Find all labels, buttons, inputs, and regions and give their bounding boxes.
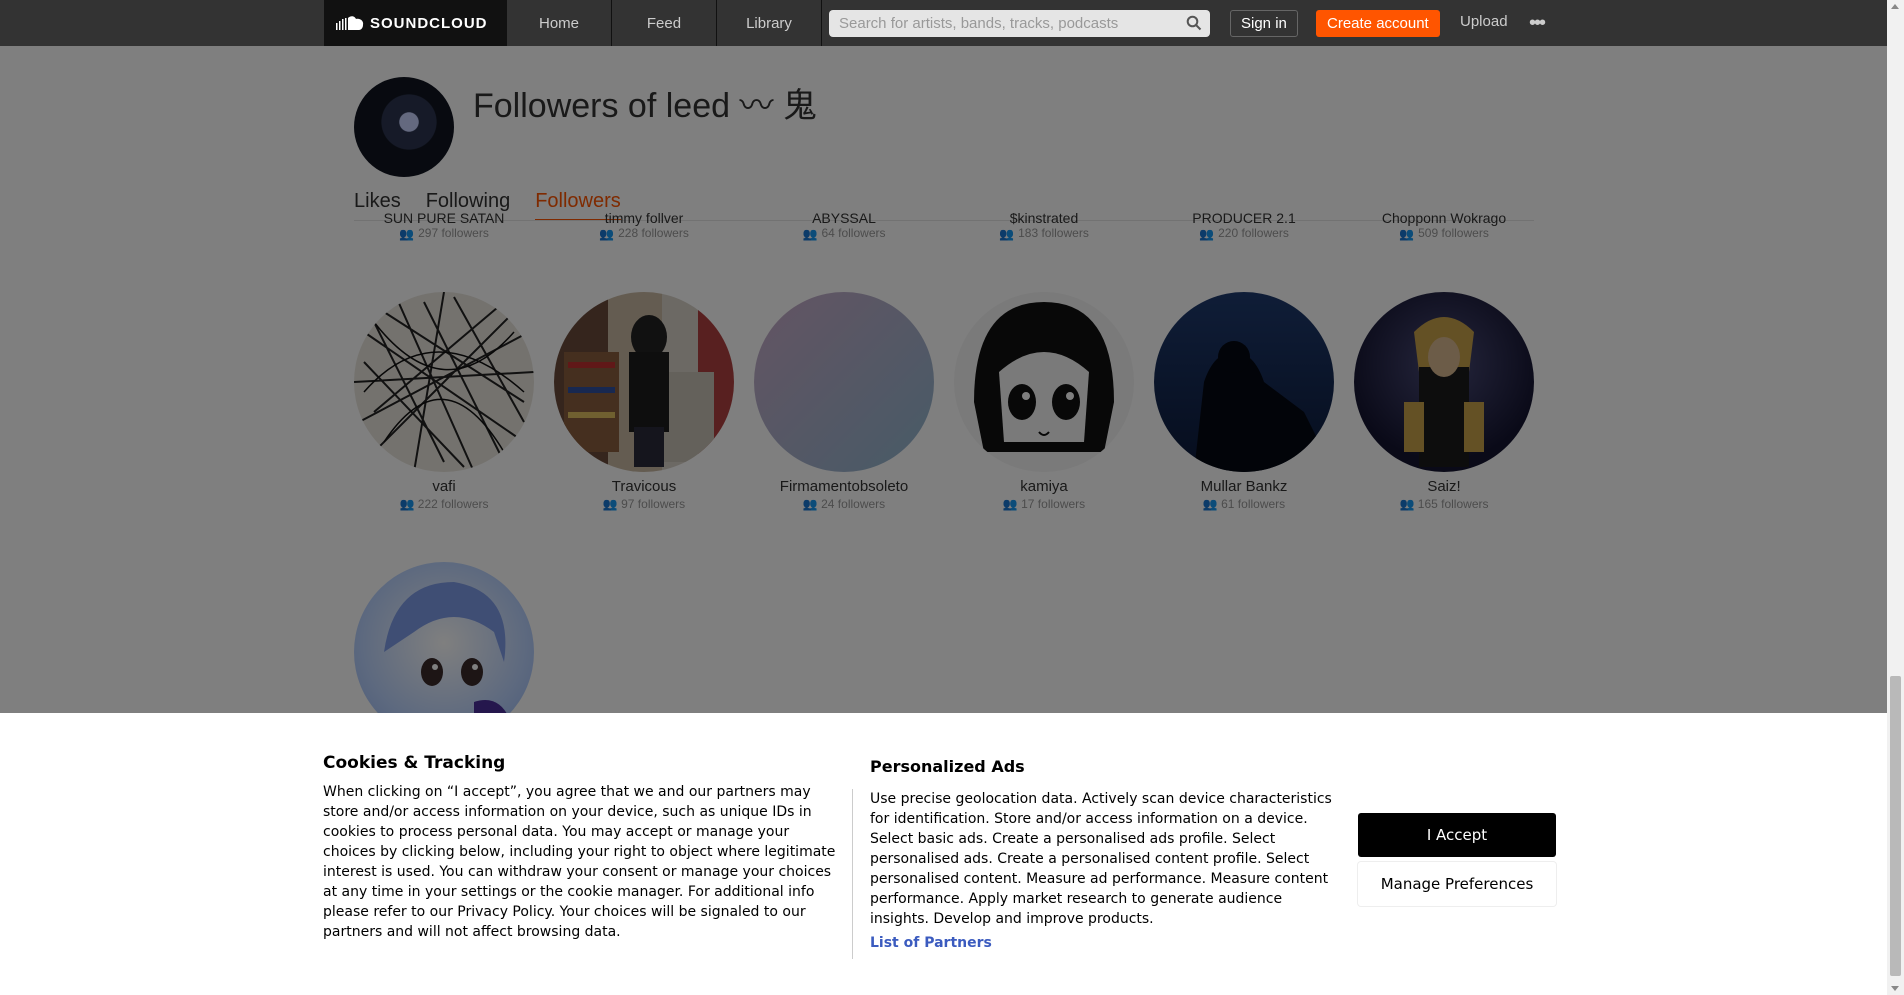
logo-text: SOUNDCLOUD <box>370 14 488 32</box>
personalized-ads-title: Personalized Ads <box>870 757 1025 776</box>
modal-backdrop <box>0 46 1887 713</box>
cookie-description: When clicking on “I accept”, you agree t… <box>323 784 836 940</box>
create-account-button[interactable]: Create account <box>1316 10 1440 37</box>
search-icon[interactable] <box>1186 15 1202 31</box>
soundcloud-cloud-icon <box>336 16 364 30</box>
search-box[interactable] <box>829 10 1210 37</box>
sign-in-button[interactable]: Sign in <box>1230 10 1298 37</box>
nav-feed[interactable]: Feed <box>612 0 717 46</box>
top-navigation: SOUNDCLOUD Home Feed Library Sign in Cre… <box>0 0 1887 46</box>
nav-library[interactable]: Library <box>717 0 822 46</box>
manage-preferences-button[interactable]: Manage Preferences <box>1358 862 1556 906</box>
accept-cookies-button[interactable]: I Accept <box>1358 813 1556 857</box>
scrollbar-thumb[interactable] <box>1890 676 1901 976</box>
upload-link[interactable]: Upload <box>1460 13 1508 30</box>
list-of-partners-link[interactable]: List of Partners <box>870 935 992 951</box>
scroll-down-arrow-icon[interactable] <box>1891 986 1899 991</box>
scroll-up-arrow-icon[interactable] <box>1891 4 1899 9</box>
nav-home[interactable]: Home <box>507 0 612 46</box>
cookie-title: Cookies & Tracking <box>323 753 506 773</box>
cookie-divider <box>852 789 853 959</box>
personalized-ads-description: Use precise geolocation data. Actively s… <box>870 791 1332 927</box>
more-options-icon[interactable]: ••• <box>1529 12 1546 35</box>
soundcloud-logo[interactable]: SOUNDCLOUD <box>324 0 507 46</box>
page-scrollbar[interactable] <box>1887 0 1904 995</box>
search-input[interactable] <box>837 14 1176 33</box>
